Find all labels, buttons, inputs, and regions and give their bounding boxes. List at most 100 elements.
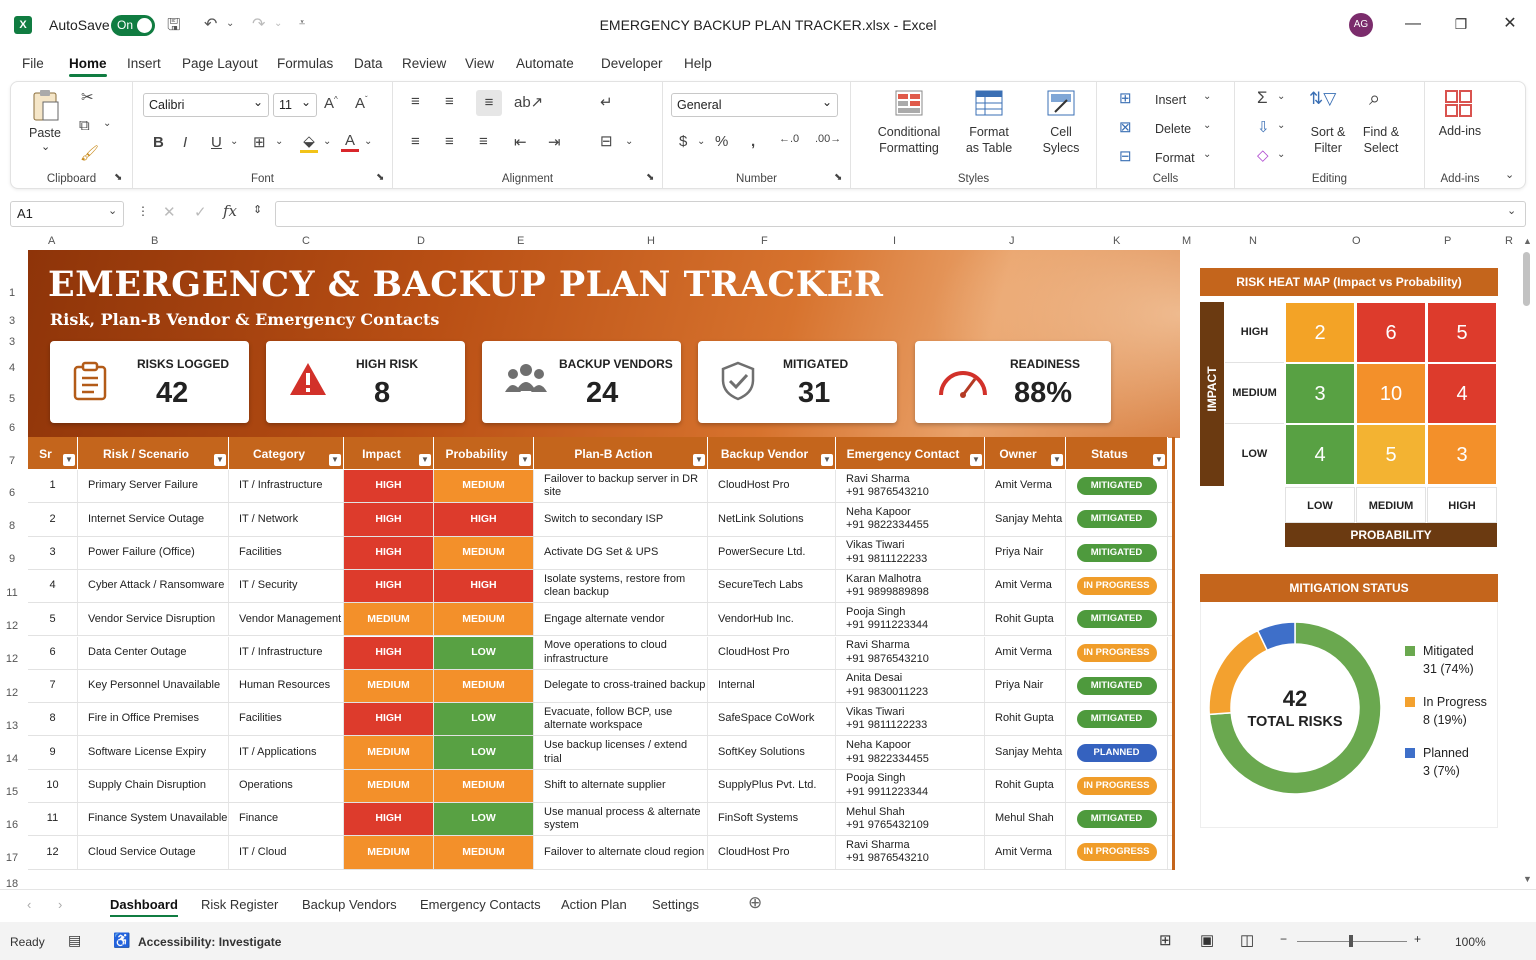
header-impact[interactable]: Impact ▼	[344, 437, 434, 469]
zoom-out-icon[interactable]: −	[1280, 932, 1287, 946]
menu-home[interactable]: Home	[69, 56, 107, 77]
fill-dropdown-icon[interactable]: ⌄	[1277, 120, 1285, 131]
scroll-up-icon[interactable]: ▲	[1523, 236, 1532, 246]
row-header[interactable]: 3	[0, 315, 24, 327]
conditional-formatting-icon[interactable]	[895, 90, 923, 116]
cell-owner[interactable]: Priya Nair	[985, 669, 1066, 703]
format-cells-icon[interactable]: ⊟	[1119, 147, 1132, 165]
column-header[interactable]: R	[1505, 235, 1513, 247]
currency-dropdown-icon[interactable]: ⌄	[697, 136, 705, 147]
font-color-icon[interactable]: A	[341, 132, 359, 152]
cell-owner[interactable]: Rohit Gupta	[985, 769, 1066, 802]
cell-risk[interactable]: Power Failure (Office)	[78, 536, 229, 569]
cell-status[interactable]: MITIGATED	[1066, 603, 1168, 636]
cell-owner[interactable]: Mehul Shah	[985, 803, 1066, 836]
tab-emergency-contacts[interactable]: Emergency Contacts	[420, 897, 541, 912]
cell-plan-b-action[interactable]: Engage alternate vendor	[534, 603, 708, 636]
cell-impact[interactable]: HIGH	[344, 569, 434, 603]
cell-styles-icon[interactable]	[1047, 90, 1075, 116]
cell-probability[interactable]: MEDIUM	[434, 603, 534, 636]
cell-category[interactable]: IT / Applications	[229, 736, 344, 769]
row-header[interactable]: 5	[0, 393, 24, 405]
copy-icon[interactable]: ⧉	[79, 117, 90, 134]
cell-owner[interactable]: Amit Verma	[985, 636, 1066, 669]
cell-probability[interactable]: MEDIUM	[434, 836, 534, 869]
cell-plan-b-action[interactable]: Failover to alternate cloud region	[534, 836, 708, 869]
font-name-select[interactable]: Calibri	[143, 91, 269, 117]
filter-dropdown-icon[interactable]: ▼	[419, 454, 431, 466]
cell-sr[interactable]: 6	[28, 636, 78, 669]
cell-status[interactable]: IN PROGRESS	[1066, 569, 1168, 603]
minimize-icon[interactable]: —	[1401, 12, 1425, 36]
cell-sr[interactable]: 11	[28, 803, 78, 836]
page-layout-view-icon[interactable]: ▣	[1200, 931, 1214, 949]
cell-impact[interactable]: HIGH	[344, 636, 434, 669]
decrease-font-icon[interactable]: Aˇ	[355, 95, 368, 112]
format-as-table-button[interactable]: Format as Table	[963, 124, 1015, 156]
row-header[interactable]: 1	[0, 287, 24, 299]
cell-backup-vendor[interactable]: FinSoft Systems	[708, 803, 836, 836]
zoom-level[interactable]: 100%	[1455, 935, 1486, 949]
find-select-button[interactable]: Find & Select	[1355, 124, 1407, 156]
accessibility-icon[interactable]: ♿	[113, 932, 130, 949]
cell-emergency-contact[interactable]: Vikas Tiwari +91 9811122233	[836, 703, 985, 736]
row-header[interactable]: 14	[0, 753, 24, 765]
scroll-down-icon[interactable]: ▼	[1523, 874, 1532, 884]
cell-backup-vendor[interactable]: SafeSpace CoWork	[708, 703, 836, 736]
menu-insert[interactable]: Insert	[127, 56, 161, 71]
insert-cells-icon[interactable]: ⊞	[1119, 89, 1132, 107]
cell-plan-b-action[interactable]: Evacuate, follow BCP, use alternate work…	[534, 703, 708, 736]
cell-status[interactable]: MITIGATED	[1066, 669, 1168, 703]
cell-owner[interactable]: Amit Verma	[985, 470, 1066, 503]
header-status[interactable]: Status ▼	[1066, 437, 1168, 469]
cell-owner[interactable]: Priya Nair	[985, 536, 1066, 569]
cell-plan-b-action[interactable]: Isolate systems, restore from clean back…	[534, 569, 708, 603]
cell-status[interactable]: MITIGATED	[1066, 703, 1168, 736]
cell-probability[interactable]: HIGH	[434, 569, 534, 603]
normal-view-icon[interactable]: ⊞	[1159, 931, 1172, 949]
confirm-entry-icon[interactable]: ✓	[194, 203, 207, 221]
accessibility-status[interactable]: Accessibility: Investigate	[138, 935, 281, 949]
delete-cells-button[interactable]: Delete	[1155, 122, 1191, 136]
cell-sr[interactable]: 7	[28, 669, 78, 703]
menu-data[interactable]: Data	[354, 56, 383, 71]
autosave-toggle[interactable]: On	[111, 15, 155, 36]
cell-sr[interactable]: 5	[28, 603, 78, 636]
cell-sr[interactable]: 2	[28, 503, 78, 536]
clipboard-launcher-icon[interactable]: ⬊	[114, 172, 122, 183]
tab-action-plan[interactable]: Action Plan	[561, 897, 627, 912]
cell-status[interactable]: IN PROGRESS	[1066, 636, 1168, 669]
cell-backup-vendor[interactable]: SupplyPlus Pvt. Ltd.	[708, 769, 836, 802]
cell-probability[interactable]: LOW	[434, 736, 534, 769]
cell-status[interactable]: MITIGATED	[1066, 503, 1168, 536]
restore-icon[interactable]: ❐	[1449, 12, 1473, 36]
cell-category[interactable]: Human Resources	[229, 669, 344, 703]
fill-color-icon[interactable]: ⬙	[300, 132, 318, 153]
column-header[interactable]: N	[1249, 235, 1257, 247]
format-painter-icon[interactable]: 🖌	[80, 144, 99, 162]
column-header[interactable]: A	[48, 235, 55, 247]
borders-icon[interactable]: ⊞	[253, 133, 266, 151]
percent-icon[interactable]: %	[715, 133, 728, 150]
row-header[interactable]: 4	[0, 362, 24, 374]
format-dropdown-icon[interactable]: ⌄	[1203, 149, 1211, 160]
formula-bar-expand-icon[interactable]: ⌄	[1507, 204, 1516, 217]
cell-risk[interactable]: Supply Chain Disruption	[78, 769, 229, 802]
cell-plan-b-action[interactable]: Move operations to cloud infrastructure	[534, 636, 708, 669]
cell-impact[interactable]: MEDIUM	[344, 736, 434, 769]
merge-center-icon[interactable]: ⊟	[600, 132, 613, 150]
decrease-indent-icon[interactable]: ⇤	[514, 133, 527, 151]
header-backup-vendor[interactable]: Backup Vendor ▼	[708, 437, 836, 469]
formula-input[interactable]	[275, 201, 1526, 227]
cell-category[interactable]: Operations	[229, 769, 344, 802]
tab-dashboard[interactable]: Dashboard	[110, 897, 178, 917]
cut-icon[interactable]: ✂	[81, 88, 94, 106]
orientation-icon[interactable]: ab↗	[514, 93, 543, 111]
header-owner[interactable]: Owner ▼	[985, 437, 1066, 469]
cell-sr[interactable]: 10	[28, 769, 78, 802]
cell-plan-b-action[interactable]: Failover to backup server in DR site	[534, 470, 708, 503]
font-color-dropdown-icon[interactable]: ⌄	[364, 136, 372, 147]
menu-view[interactable]: View	[465, 56, 494, 71]
formula-expand-icon[interactable]: ⇕	[253, 203, 262, 216]
redo-icon[interactable]: ↷	[252, 14, 265, 34]
